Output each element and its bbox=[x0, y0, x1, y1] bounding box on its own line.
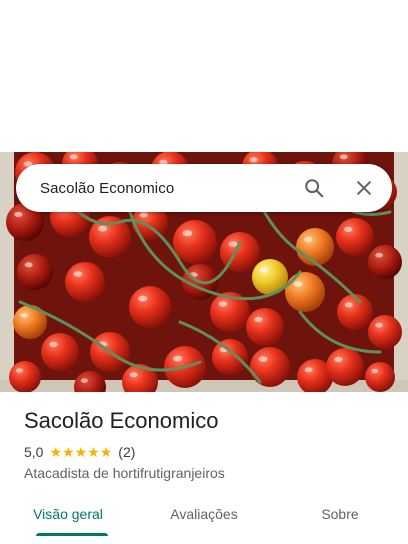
star-icon: ★ bbox=[87, 444, 100, 460]
tomato bbox=[368, 315, 402, 349]
tomato bbox=[173, 220, 217, 264]
tomato-highlight bbox=[371, 368, 379, 374]
tomato-highlight bbox=[98, 225, 108, 232]
tomato-highlight bbox=[375, 322, 383, 328]
tomato-highlight bbox=[375, 252, 383, 258]
tomato-highlight bbox=[15, 368, 23, 373]
tomato bbox=[41, 333, 79, 371]
tomato-highlight bbox=[249, 157, 258, 163]
tomato-highlight bbox=[173, 355, 183, 362]
place-title: Sacolão Economico bbox=[24, 408, 219, 433]
place-category: Atacadista de hortifrutigranjeiros bbox=[24, 465, 225, 481]
tomato-highlight bbox=[304, 236, 313, 243]
tab-overview[interactable]: Visão geral bbox=[0, 498, 136, 538]
tomato-highlight bbox=[14, 211, 23, 218]
search-input[interactable]: Sacolão Economico bbox=[40, 180, 296, 197]
reviews-count[interactable]: (2) bbox=[118, 444, 135, 460]
tomato bbox=[17, 254, 53, 290]
rating-row[interactable]: 5,0 ★ ★ ★ ★ ★ (2) bbox=[24, 444, 135, 460]
search-button[interactable] bbox=[296, 170, 332, 206]
tomato bbox=[250, 347, 290, 387]
star-icon: ★ bbox=[74, 444, 88, 460]
star-icon: ★ bbox=[99, 444, 113, 460]
tomato-highlight bbox=[293, 281, 303, 287]
tomato-highlight bbox=[304, 367, 313, 373]
tomato bbox=[285, 272, 325, 312]
tomato-highlight bbox=[254, 316, 263, 323]
tomato-highlight bbox=[69, 154, 78, 160]
tomato bbox=[9, 361, 41, 392]
tomato-highlight bbox=[218, 301, 228, 307]
tomato bbox=[365, 362, 395, 392]
tomato-highlight bbox=[344, 302, 353, 308]
tomato bbox=[337, 294, 373, 330]
tomato-highlight bbox=[80, 378, 88, 383]
tomato-highlight bbox=[339, 154, 348, 160]
tab-about[interactable]: Sobre bbox=[272, 498, 408, 538]
tomato bbox=[246, 308, 284, 346]
search-icon bbox=[305, 179, 324, 198]
tomato-highlight bbox=[24, 262, 33, 268]
tomato-highlight bbox=[138, 295, 148, 302]
tomato-highlight bbox=[259, 267, 268, 273]
tomato bbox=[368, 245, 402, 279]
close-icon bbox=[357, 181, 371, 195]
search-bar[interactable]: Sacolão Economico bbox=[16, 164, 392, 212]
tomato bbox=[336, 218, 374, 256]
tomato bbox=[296, 228, 334, 266]
tomato-highlight bbox=[258, 356, 268, 362]
tomato bbox=[129, 286, 171, 328]
tomato-highlight bbox=[49, 341, 58, 348]
star-icon: ★ bbox=[49, 444, 63, 460]
tomato-highlight bbox=[182, 230, 193, 237]
rating-value: 5,0 bbox=[24, 444, 44, 460]
rating-stars: ★ ★ ★ ★ ★ bbox=[49, 445, 112, 459]
tomato bbox=[326, 348, 364, 386]
close-button[interactable] bbox=[346, 170, 382, 206]
active-tab-indicator bbox=[36, 533, 108, 536]
tomato-highlight bbox=[20, 312, 28, 318]
star-icon: ★ bbox=[62, 444, 75, 460]
map-blank-area bbox=[0, 0, 408, 152]
tomato-highlight bbox=[73, 271, 83, 277]
tomato-highlight bbox=[344, 226, 353, 233]
tomato bbox=[212, 339, 248, 375]
tomato-highlight bbox=[228, 241, 238, 247]
tomato bbox=[65, 262, 105, 302]
tab-reviews[interactable]: Avaliações bbox=[136, 498, 272, 538]
tomato-highlight bbox=[334, 356, 343, 363]
tab-bar: Visão geral Avaliações Sobre bbox=[0, 498, 408, 538]
tomato-highlight bbox=[139, 212, 148, 218]
tomato-highlight bbox=[129, 372, 138, 378]
